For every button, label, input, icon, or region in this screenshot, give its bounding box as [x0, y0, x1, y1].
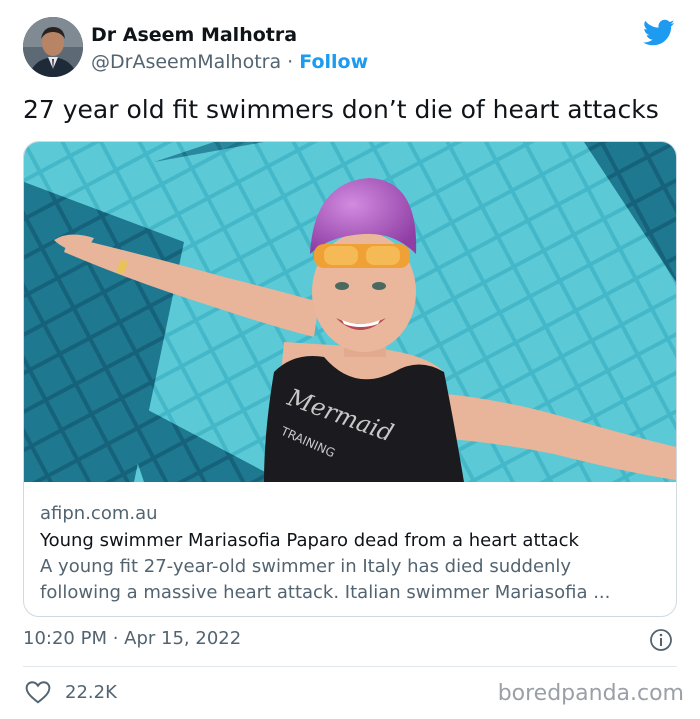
card-description-line-1: A young fit 27-year-old swimmer in Italy… — [40, 556, 572, 577]
card-domain: afipn.com.au — [40, 503, 158, 524]
twitter-bird-icon[interactable] — [643, 19, 675, 47]
tweet-text: 27 year old fit swimmers don’t die of he… — [23, 95, 659, 124]
author-handle-row: @DrAseemMalhotra · Follow — [91, 49, 368, 75]
avatar[interactable] — [23, 17, 83, 77]
handle-separator: · — [281, 51, 300, 73]
info-icon[interactable] — [649, 628, 673, 652]
tweet-time: 10:20 PM — [23, 628, 107, 649]
author-info: Dr Aseem Malhotra @DrAseemMalhotra · Fol… — [91, 23, 368, 75]
card-image: Mermaid TRAINING — [24, 142, 676, 482]
like-count: 22.2K — [65, 681, 117, 703]
author-display-name[interactable]: Dr Aseem Malhotra — [91, 23, 368, 47]
tweet-embed: Dr Aseem Malhotra @DrAseemMalhotra · Fol… — [0, 0, 700, 719]
card-body: afipn.com.au Young swimmer Mariasofia Pa… — [40, 502, 664, 606]
tweet-header: Dr Aseem Malhotra @DrAseemMalhotra · Fol… — [23, 17, 683, 79]
like-button[interactable]: 22.2K — [25, 678, 117, 706]
author-handle[interactable]: @DrAseemMalhotra — [91, 51, 281, 73]
watermark: boredpanda.com — [497, 681, 684, 706]
heart-icon — [25, 681, 51, 704]
card-description-line-2: following a massive heart attack. Italia… — [40, 582, 611, 603]
card-title[interactable]: Young swimmer Mariasofia Paparo dead fro… — [40, 528, 664, 554]
tweet-timestamp[interactable]: 10:20 PM · Apr 15, 2022 — [23, 626, 241, 652]
follow-button[interactable]: Follow — [299, 51, 368, 73]
link-preview-card[interactable]: Mermaid TRAINING afipn.com.au Young swim… — [23, 141, 677, 617]
tweet-date: Apr 15, 2022 — [124, 628, 242, 649]
divider — [23, 666, 677, 667]
timestamp-separator: · — [106, 628, 125, 649]
